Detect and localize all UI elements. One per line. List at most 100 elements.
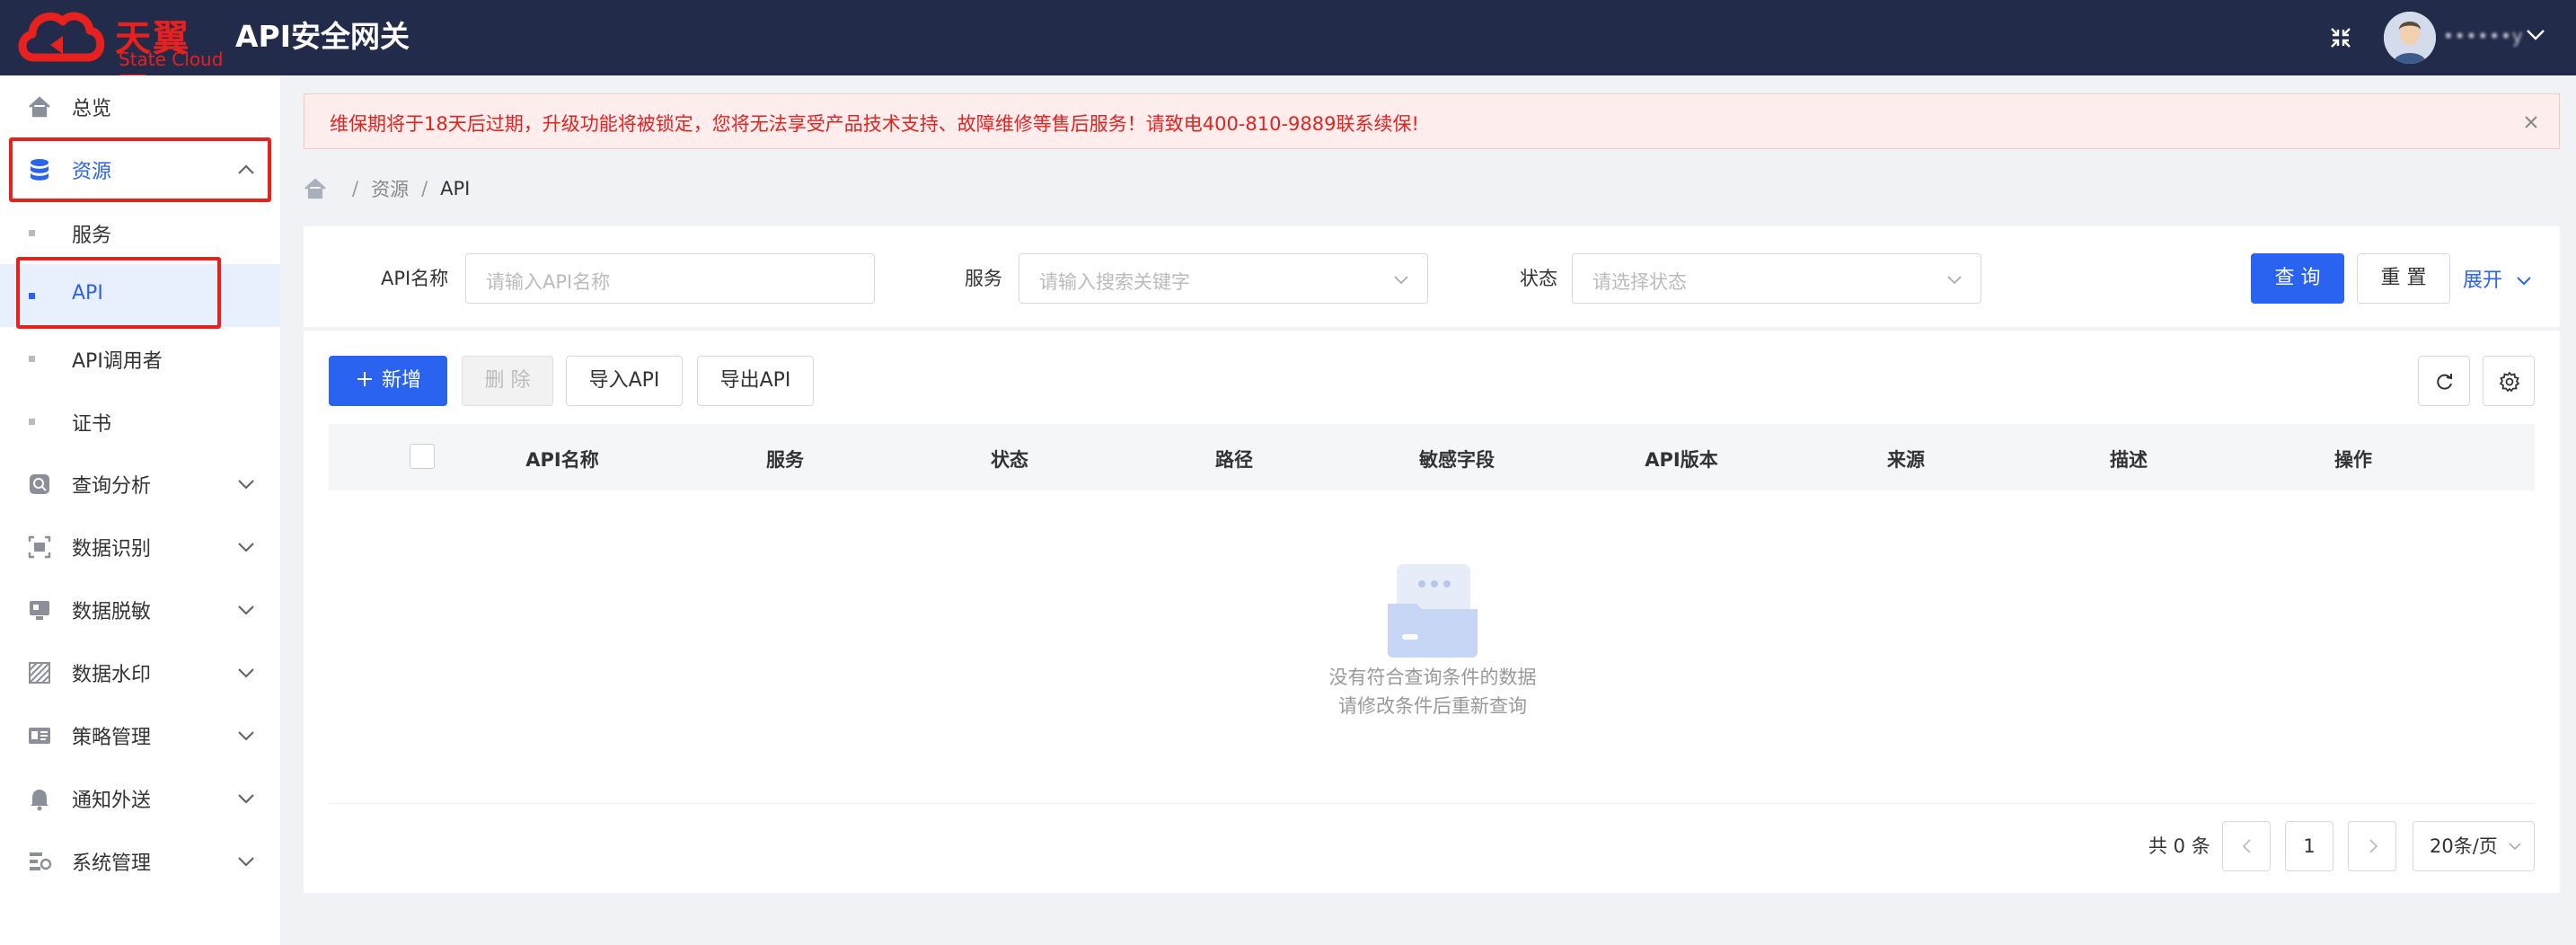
expiry-alert: 维保期将于18天后过期，升级功能将被锁定，您将无法享受产品技术支持、故障维修等售… xyxy=(304,93,2560,149)
sidebar-item-label: 服务 xyxy=(72,225,112,247)
chevron-right-icon xyxy=(2369,839,2378,853)
column-header[interactable]: 来源 xyxy=(1887,446,1925,472)
system-icon xyxy=(30,852,52,870)
data-identify-icon xyxy=(28,535,51,559)
chevron-down-icon xyxy=(238,731,254,741)
sidebar-item-services[interactable]: 服务 xyxy=(0,201,280,264)
breadcrumb: / 资源 / API xyxy=(304,174,470,203)
data-mask-icon xyxy=(30,601,49,620)
alert-message: 维保期将于18天后过期，升级功能将被锁定，您将无法享受产品技术支持、故障维修等售… xyxy=(330,113,1419,135)
api-name-placeholder: 请输入API名称 xyxy=(486,271,611,293)
chevron-down-icon xyxy=(238,605,254,615)
empty-message: 没有符合查询条件的数据 xyxy=(1328,667,1537,688)
sidebar-item-policy[interactable]: 策略管理 xyxy=(0,704,280,767)
sidebar-item-query-analysis[interactable]: 查询分析 xyxy=(0,453,280,516)
plus-icon xyxy=(357,372,372,386)
column-header[interactable]: API版本 xyxy=(1645,446,1717,472)
add-button[interactable]: 新增 xyxy=(329,356,447,406)
bullet-icon xyxy=(29,419,35,425)
column-header[interactable]: 敏感字段 xyxy=(1419,446,1495,472)
sidebar-item-label: 通知外送 xyxy=(72,790,152,812)
sidebar-item-label: API调用者 xyxy=(72,350,163,373)
sidebar-item-system[interactable]: 系统管理 xyxy=(0,830,280,893)
sidebar-item-label: 数据识别 xyxy=(72,538,152,561)
sidebar-item-label: 证书 xyxy=(72,413,112,436)
page-number-input[interactable]: 1 xyxy=(2285,821,2333,871)
settings-button[interactable] xyxy=(2483,356,2535,406)
empty-folder-icon xyxy=(1388,564,1478,658)
chevron-down-icon xyxy=(238,480,254,490)
add-label: 新增 xyxy=(381,369,421,392)
reset-button[interactable]: 重 置 xyxy=(2357,253,2450,304)
status-label: 状态 xyxy=(1520,268,1557,289)
search-analysis-icon xyxy=(30,474,49,494)
sidebar-item-notify[interactable]: 通知外送 xyxy=(0,767,280,830)
sidebar-item-data-masking[interactable]: 数据脱敏 xyxy=(0,578,280,641)
sidebar-item-label: 数据水印 xyxy=(72,664,152,686)
pagination-total: 共 0 条 xyxy=(2148,835,2210,857)
sidebar-item-api-callers[interactable]: API调用者 xyxy=(0,327,280,390)
service-placeholder: 请输入搜索关键字 xyxy=(1039,271,1190,293)
api-name-input[interactable]: 请输入API名称 xyxy=(465,253,875,304)
chevron-down-icon xyxy=(1947,276,1962,285)
query-button[interactable]: 查 询 xyxy=(2251,253,2344,304)
prev-page-button[interactable] xyxy=(2222,821,2271,871)
column-header[interactable]: 状态 xyxy=(991,446,1028,472)
expand-label: 展开 xyxy=(2463,269,2503,292)
chevron-down-icon[interactable] xyxy=(2524,25,2547,45)
sidebar: 总览 资源 服务 API API调用者 证书 查询分析 数据识别 数据脱敏 数据… xyxy=(0,75,280,945)
top-header: 天翼云 State Cloud API安全网关 ••••••y xyxy=(0,0,2576,111)
sidebar-item-label: 总览 xyxy=(72,98,112,120)
select-all-checkbox[interactable] xyxy=(410,444,435,469)
column-header[interactable]: 操作 xyxy=(2334,446,2372,472)
sidebar-item-certificates[interactable]: 证书 xyxy=(0,390,280,453)
page-size-value: 20条/页 xyxy=(2430,835,2498,857)
sidebar-item-label: 系统管理 xyxy=(72,852,152,875)
column-header[interactable]: 描述 xyxy=(2110,446,2148,472)
sidebar-item-label: 策略管理 xyxy=(72,727,152,749)
column-header[interactable]: 服务 xyxy=(766,446,804,472)
breadcrumb-current: API xyxy=(440,178,471,199)
home-icon[interactable] xyxy=(304,177,327,200)
breadcrumb-resources[interactable]: 资源 xyxy=(371,175,409,202)
empty-hint: 请修改条件后重新查询 xyxy=(1338,695,1527,717)
delete-button[interactable]: 删 除 xyxy=(462,356,553,406)
chevron-left-icon xyxy=(2242,839,2251,853)
annotation-highlight-resources xyxy=(9,137,271,202)
bullet-icon xyxy=(29,230,35,236)
sidebar-item-watermark[interactable]: 数据水印 xyxy=(0,641,280,704)
annotation-highlight-api xyxy=(16,257,221,329)
home-icon xyxy=(29,96,50,118)
column-header[interactable]: API名称 xyxy=(525,446,598,472)
chevron-down-icon xyxy=(2509,843,2521,851)
import-api-button[interactable]: 导入API xyxy=(566,356,683,406)
empty-state: 没有符合查询条件的数据 请修改条件后重新查询 xyxy=(1275,562,1590,720)
app-title: API安全网关 xyxy=(235,19,410,54)
brand-logo: 天翼云 State Cloud xyxy=(14,5,226,111)
filter-panel: API名称 请输入API名称 服务 请输入搜索关键字 状态 请选择状态 查 询 … xyxy=(304,226,2560,327)
refresh-button[interactable] xyxy=(2418,356,2470,406)
sidebar-item-label: 查询分析 xyxy=(72,475,152,498)
table-header: API名称 服务 状态 路径 敏感字段 API版本 来源 描述 操作 xyxy=(329,424,2535,490)
api-name-label: API名称 xyxy=(381,268,449,289)
watermark-icon xyxy=(29,662,50,684)
status-select[interactable]: 请选择状态 xyxy=(1572,253,1981,304)
cloud-logo-icon xyxy=(18,12,105,62)
page-size-select[interactable]: 20条/页 xyxy=(2413,821,2535,871)
export-api-button[interactable]: 导出API xyxy=(697,356,814,406)
sidebar-item-overview[interactable]: 总览 xyxy=(0,75,280,138)
username[interactable]: ••••••y xyxy=(2443,23,2523,49)
logo-text-en: State Cloud xyxy=(119,49,224,70)
fullscreen-exit-icon[interactable] xyxy=(2325,22,2357,54)
avatar[interactable] xyxy=(2384,12,2436,64)
sidebar-item-data-identify[interactable]: 数据识别 xyxy=(0,516,280,578)
sidebar-item-label: 数据脱敏 xyxy=(72,601,152,623)
close-icon[interactable] xyxy=(2519,110,2543,134)
expand-filters-button[interactable]: 展开 xyxy=(2463,264,2534,293)
breadcrumb-separator: / xyxy=(421,178,428,199)
next-page-button[interactable] xyxy=(2348,821,2396,871)
gear-icon xyxy=(2499,371,2520,393)
chevron-down-icon xyxy=(238,668,254,678)
service-select[interactable]: 请输入搜索关键字 xyxy=(1019,253,1428,304)
column-header[interactable]: 路径 xyxy=(1215,446,1253,472)
